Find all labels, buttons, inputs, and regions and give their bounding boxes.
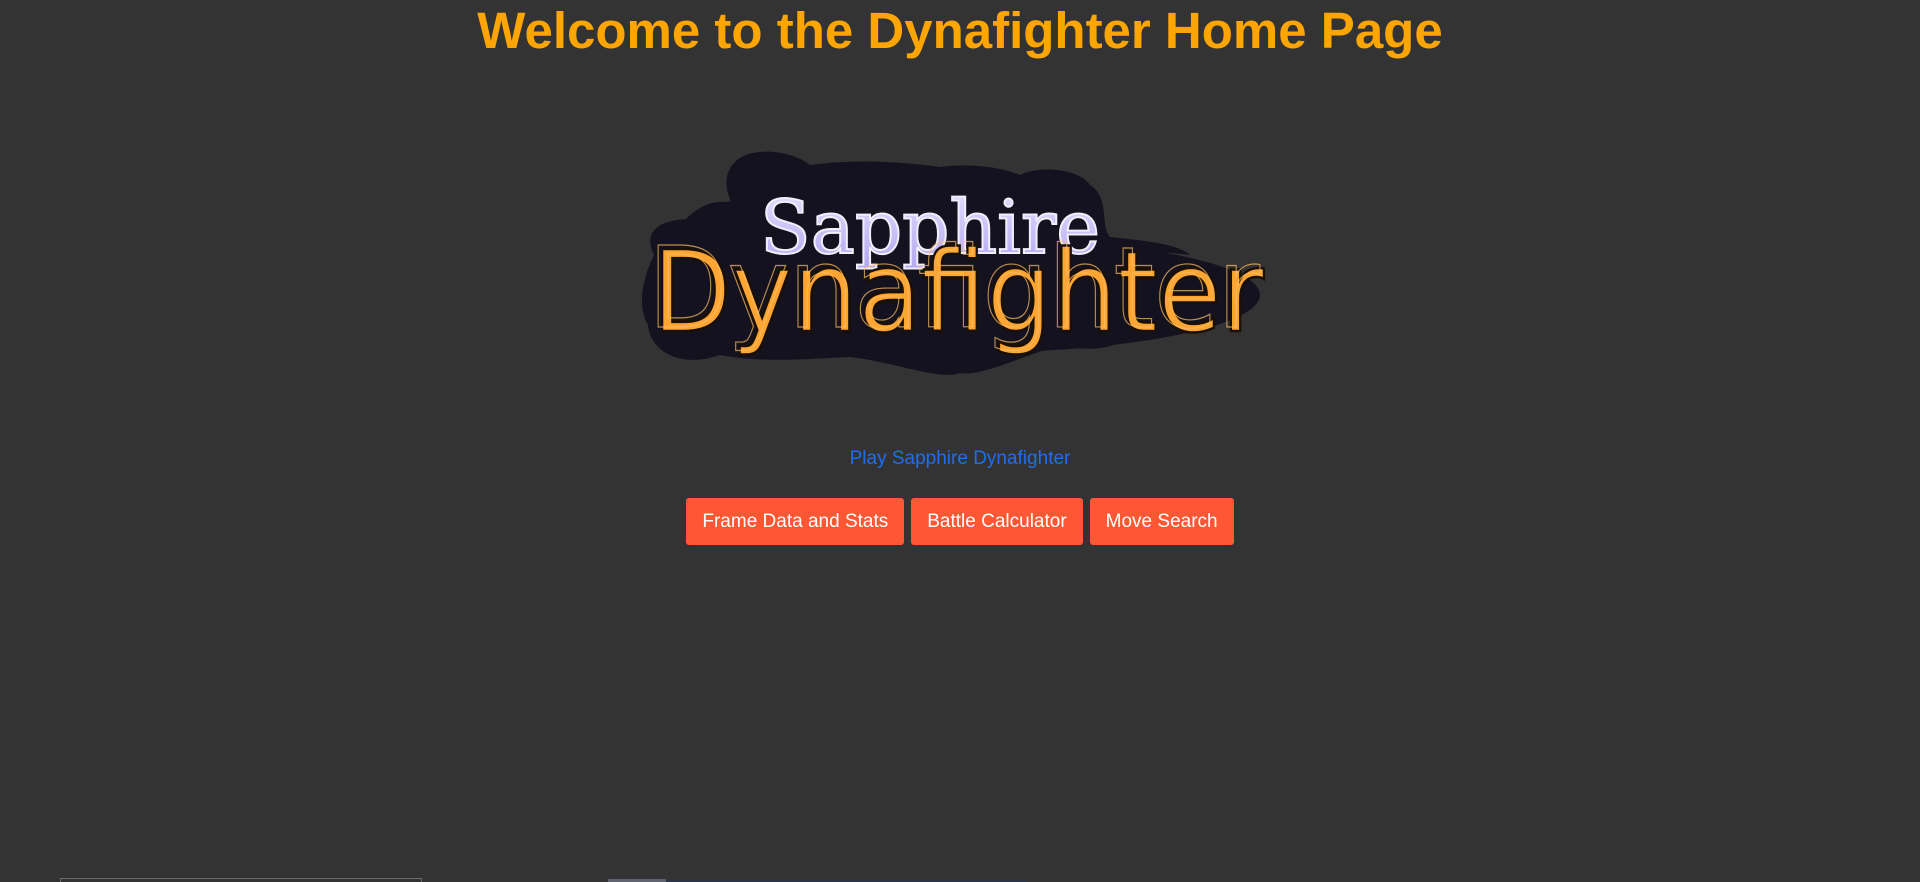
- logo-image: Sapphire Dynafighter Dynafighter: [641, 151, 1266, 375]
- bottom-panel-edge: [60, 878, 422, 882]
- move-search-button[interactable]: Move Search: [1089, 498, 1234, 545]
- play-sapphire-dynafighter-link[interactable]: Play Sapphire Dynafighter: [850, 448, 1071, 469]
- home-page: Welcome to the Dynafighter Home Page Sap…: [0, 0, 1920, 882]
- logo-dynafighter-highlight: Dynafighter: [648, 224, 1261, 354]
- play-link-row: Play Sapphire Dynafighter: [0, 446, 1920, 472]
- battle-calculator-button[interactable]: Battle Calculator: [911, 498, 1083, 545]
- frame-data-button[interactable]: Frame Data and Stats: [686, 498, 905, 545]
- logo: Sapphire Dynafighter Dynafighter: [640, 145, 1280, 385]
- bottom-edge: [0, 878, 1920, 882]
- page-title: Welcome to the Dynafighter Home Page: [477, 2, 1443, 59]
- nav-buttons: Frame Data and Stats Battle Calculator M…: [0, 498, 1920, 545]
